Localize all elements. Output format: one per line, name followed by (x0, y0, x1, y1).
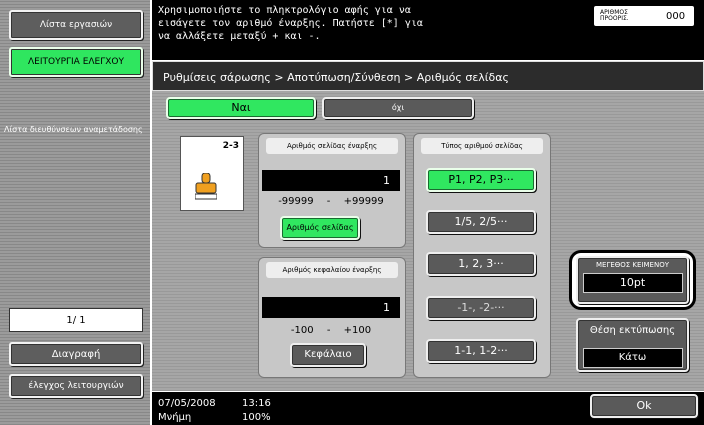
number-type-option-dash[interactable]: -1-, -2-··· (426, 296, 536, 320)
instruction-message: Χρησιμοποιήστε το πληκτρολόγιο αφής για … (158, 4, 488, 43)
destination-count: ΑΡΙΘΜΟΣ ΠΡΟΟΡΙΣ. 000 (594, 6, 694, 26)
ok-button-label: Ok (636, 399, 652, 412)
start-page-title: Αριθμός σελίδας έναρξης (266, 138, 398, 154)
text-size-label: ΜΕΓΕΘΟΣ ΚΕΙΜΕΝΟΥ (595, 261, 669, 269)
start-chapter-range-min: -100 (290, 325, 314, 336)
memory-value: 100% (242, 412, 271, 423)
number-type-option-label: P1, P2, P3··· (448, 173, 514, 186)
print-position-button[interactable]: Θέση εκτύπωσης Κάτω (576, 318, 689, 372)
number-type-option-plain[interactable]: 1, 2, 3··· (426, 252, 536, 276)
print-position-value: Κάτω (582, 348, 683, 368)
start-page-range-max: +99999 (343, 196, 384, 207)
chapter-button-label: Κεφάλαιο (304, 349, 352, 360)
task-list-button-label: Λίστα εργασιών (39, 19, 113, 30)
destination-count-value: 000 (666, 10, 686, 22)
number-type-option-label: 1, 2, 3··· (458, 257, 504, 270)
status-date: 07/05/2008 (158, 398, 216, 409)
number-type-option-fraction[interactable]: 1/5, 2/5··· (426, 210, 536, 234)
breadcrumb: Ρυθμίσεις σάρωσης > Αποτύπωση/Σύνθεση > … (152, 61, 704, 91)
yes-button[interactable]: Ναι (166, 97, 316, 119)
stamp-icon (194, 172, 218, 201)
text-size-value: 10pt (582, 273, 683, 293)
delete-button-label: Διαγραφή (51, 348, 101, 360)
message-line-1: Χρησιμοποιήστε το πληκτρολόγιο αφής για … (158, 5, 411, 16)
memory-label: Μνήμη (158, 412, 192, 423)
start-page-range-sep: - (326, 196, 331, 207)
number-type-option-label: -1-, -2-··· (457, 301, 505, 314)
task-list-button[interactable]: Λίστα εργασιών (9, 10, 143, 40)
start-chapter-range: -100 - +100 (262, 325, 400, 336)
chapter-button[interactable]: Κεφάλαιο (290, 343, 366, 367)
message-line-2: εισάγετε τον αριθμό έναρξης. Πατήστε [*]… (158, 18, 423, 29)
number-type-option-label: 1-1, 1-2··· (454, 344, 508, 357)
redirect-list-label: Λίστα διευθύνσεων αναμετάδοσης (4, 125, 143, 134)
number-type-title: Τύπος αριθμού σελίδας (421, 138, 543, 154)
start-chapter-range-sep: - (326, 325, 331, 336)
start-page-range-min: -99999 (278, 196, 314, 207)
check-functions-button-label: έλεγχος λειτουργιών (28, 380, 124, 391)
start-chapter-input[interactable]: 1 (262, 297, 400, 318)
ok-button[interactable]: Ok (590, 394, 698, 418)
page-indicator: 1/ 1 (9, 308, 143, 332)
status-time: 13:16 (242, 398, 271, 409)
no-button-label: όχι (391, 103, 405, 112)
page-preview-label: 2-3 (222, 141, 239, 151)
page-number-button[interactable]: Αριθμός σελίδας (280, 216, 360, 240)
control-functions-button-label: ΛΕΙΤΟΥΡΓΙΑ ΕΛΕΓΧΟΥ (28, 56, 124, 67)
text-size-button[interactable]: ΜΕΓΕΘΟΣ ΚΕΙΜΕΝΟΥ 10pt (576, 256, 689, 304)
number-type-option-p1[interactable]: P1, P2, P3··· (426, 168, 536, 192)
message-bar: Χρησιμοποιήστε το πληκτρολόγιο αφής για … (152, 0, 704, 60)
control-functions-button[interactable]: ΛΕΙΤΟΥΡΓΙΑ ΕΛΕΓΧΟΥ (9, 47, 143, 77)
number-type-option-chapter[interactable]: 1-1, 1-2··· (426, 339, 536, 363)
start-chapter-range-max: +100 (343, 325, 372, 336)
destination-count-label: ΑΡΙΘΜΟΣ ΠΡΟΟΡΙΣ. (600, 9, 629, 22)
message-line-3: να αλλάξετε μεταξύ + και -. (158, 31, 321, 42)
page-number-button-label: Αριθμός σελίδας (286, 223, 354, 232)
start-chapter-title: Αριθμός κεφαλαίου έναρξης (266, 262, 398, 278)
check-functions-button[interactable]: έλεγχος λειτουργιών (9, 374, 143, 398)
print-position-label: Θέση εκτύπωσης (589, 325, 676, 336)
yes-button-label: Ναι (231, 101, 251, 114)
no-button[interactable]: όχι (322, 97, 474, 119)
delete-button[interactable]: Διαγραφή (9, 342, 143, 366)
number-type-option-label: 1/5, 2/5··· (454, 215, 508, 228)
start-page-range: -99999 - +99999 (262, 196, 400, 207)
page-preview: 2-3 (180, 136, 244, 211)
start-page-input[interactable]: 1 (262, 170, 400, 191)
